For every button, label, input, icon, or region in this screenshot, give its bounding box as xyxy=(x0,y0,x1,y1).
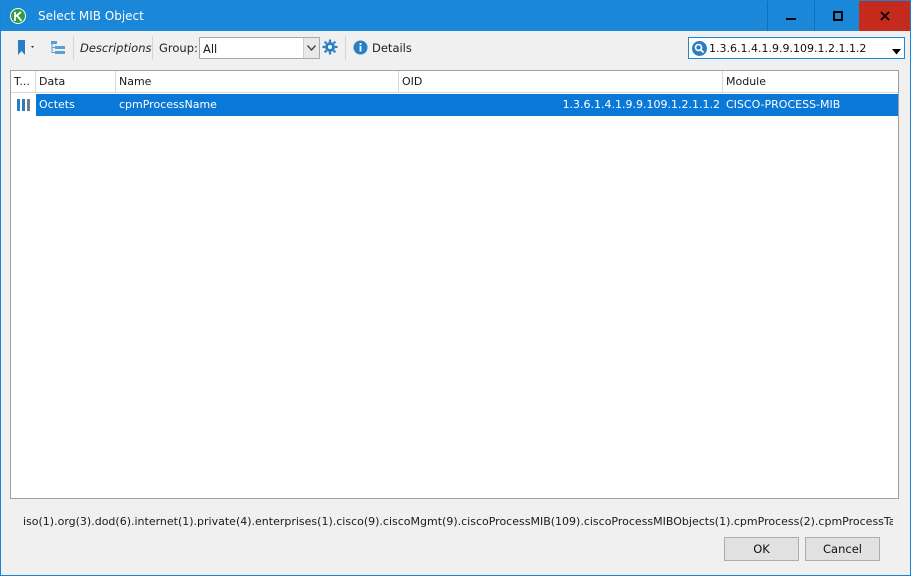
column-header-module[interactable]: Module xyxy=(723,71,898,92)
toolbar: Descriptions Group: All Details 1.3.6.1.… xyxy=(2,32,909,64)
select-mib-object-dialog: Select MIB Object Descriptions Group: Al… xyxy=(0,0,911,576)
column-header-type[interactable]: T... xyxy=(11,71,36,92)
gear-icon xyxy=(322,39,338,55)
tree-view-button[interactable] xyxy=(50,40,66,59)
minimize-icon xyxy=(785,18,796,20)
column-header-data[interactable]: Data xyxy=(36,71,116,92)
app-logo-icon xyxy=(10,8,26,24)
descriptions-toggle[interactable]: Descriptions xyxy=(80,41,152,55)
search-icon xyxy=(692,41,707,56)
close-icon xyxy=(879,11,890,21)
cancel-button[interactable]: Cancel xyxy=(805,537,880,561)
chevron-down-icon[interactable] xyxy=(303,38,319,58)
mib-objects-table: T... Data Name OID Module Octets cpmProc… xyxy=(10,70,899,499)
close-button[interactable] xyxy=(859,1,910,31)
oid-full-path: iso(1).org(3).dod(6).internet(1).private… xyxy=(23,515,893,528)
group-select-value: All xyxy=(203,42,218,56)
table-header: T... Data Name OID Module xyxy=(11,71,898,93)
minimize-button[interactable] xyxy=(767,1,813,31)
toolbar-separator xyxy=(152,36,153,60)
maximize-button[interactable] xyxy=(814,1,860,31)
cell-data: Octets xyxy=(39,98,75,111)
group-label: Group: xyxy=(159,41,198,55)
column-header-name[interactable]: Name xyxy=(116,71,399,92)
bookmark-icon xyxy=(18,40,34,55)
ok-button[interactable]: OK xyxy=(724,537,799,561)
dropdown-arrow-icon[interactable] xyxy=(892,45,901,58)
cell-oid: 1.3.6.1.4.1.9.9.109.1.2.1.1.2 xyxy=(562,98,720,111)
bookmark-menu-button[interactable] xyxy=(16,40,38,59)
maximize-icon xyxy=(832,11,843,21)
details-label[interactable]: Details xyxy=(372,41,412,55)
column-object-icon xyxy=(17,99,30,111)
column-header-oid[interactable]: OID xyxy=(399,71,723,92)
tree-view-icon xyxy=(51,41,65,54)
cell-module: CISCO-PROCESS-MIB xyxy=(726,98,841,111)
oid-search-input[interactable] xyxy=(709,39,879,57)
oid-search-combobox[interactable] xyxy=(688,37,905,59)
toolbar-separator xyxy=(345,36,346,60)
window-title: Select MIB Object xyxy=(38,9,144,23)
toolbar-separator xyxy=(73,36,74,60)
title-bar[interactable]: Select MIB Object xyxy=(1,1,910,31)
group-settings-button[interactable] xyxy=(322,39,338,58)
group-select[interactable]: All xyxy=(199,37,320,59)
cell-name: cpmProcessName xyxy=(119,98,217,111)
table-row[interactable]: Octets cpmProcessName 1.3.6.1.4.1.9.9.10… xyxy=(11,94,898,116)
info-icon xyxy=(353,40,368,55)
